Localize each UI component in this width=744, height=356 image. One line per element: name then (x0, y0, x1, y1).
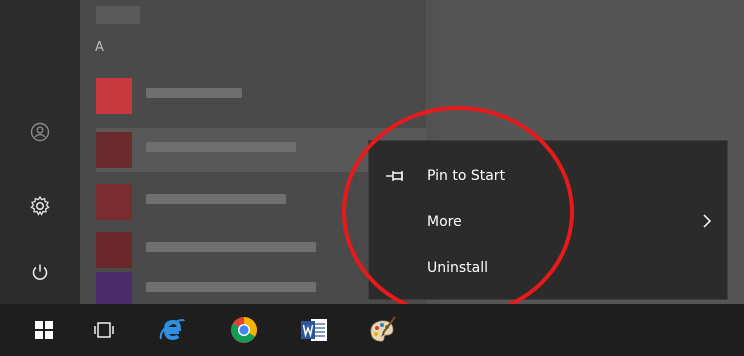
app-name-blurred (146, 194, 286, 204)
context-menu-item-uninstall[interactable]: Uninstall (369, 245, 727, 291)
list-item[interactable] (96, 226, 336, 270)
task-view-icon (94, 322, 114, 338)
word-icon (301, 319, 327, 341)
context-menu-label: Pin to Start (427, 168, 506, 184)
app-tile-icon (96, 232, 132, 268)
context-menu-item-pin-to-start[interactable]: Pin to Start (369, 153, 727, 199)
list-item[interactable] (96, 72, 336, 116)
word-taskbar-button[interactable] (286, 304, 342, 356)
internet-explorer-icon (159, 319, 185, 341)
app-list-header-block (96, 6, 140, 24)
power-button[interactable] (0, 248, 80, 296)
paint-icon (370, 316, 396, 342)
chevron-right-icon (703, 214, 712, 228)
app-name-blurred (146, 88, 242, 98)
app-name-blurred (146, 142, 296, 152)
paint-taskbar-button[interactable] (354, 304, 410, 356)
app-tile-icon (96, 78, 132, 114)
chrome-icon (231, 317, 257, 343)
context-menu-label: More (427, 214, 462, 230)
gear-icon (30, 195, 50, 216)
power-icon (32, 264, 48, 280)
settings-button[interactable] (0, 182, 80, 230)
chrome-taskbar-button[interactable] (216, 304, 272, 356)
pin-icon (386, 171, 403, 181)
list-item[interactable] (96, 178, 336, 222)
context-menu-item-more[interactable]: More (369, 199, 727, 245)
app-tile-icon (96, 272, 132, 308)
internet-explorer-taskbar-button[interactable] (144, 304, 200, 356)
app-name-blurred (146, 242, 316, 252)
list-item[interactable] (96, 126, 336, 170)
app-list-section-letter: A (95, 40, 104, 55)
start-button[interactable] (16, 304, 72, 356)
context-menu: Pin to Start More Uninstall (368, 140, 728, 300)
app-tile-icon (96, 132, 132, 168)
windows-start-icon (35, 321, 53, 339)
user-account-button[interactable] (0, 108, 80, 156)
app-tile-icon (96, 184, 132, 220)
context-menu-label: Uninstall (427, 260, 489, 276)
user-icon (30, 122, 50, 142)
task-view-button[interactable] (76, 304, 132, 356)
app-name-blurred (146, 282, 316, 292)
